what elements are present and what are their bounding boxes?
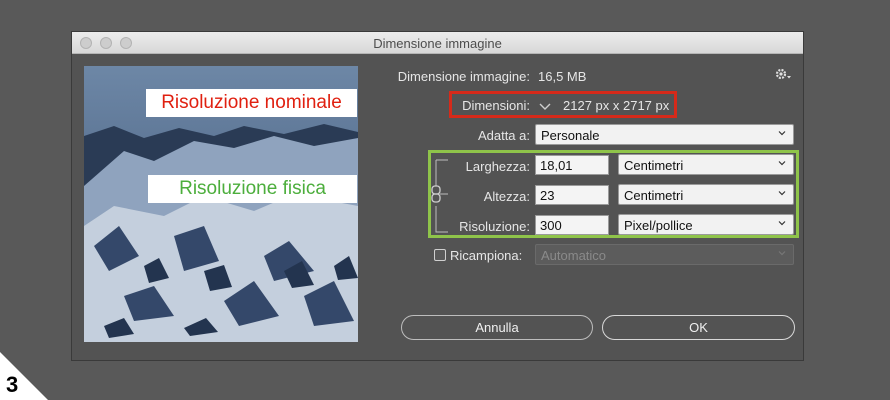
physical-resolution-annotation: Risoluzione fisica	[148, 175, 357, 203]
ok-button[interactable]: OK	[602, 315, 795, 340]
image-size-value: 16,5 MB	[538, 69, 587, 84]
window-title: Dimensione immagine	[373, 36, 502, 51]
resolution-input[interactable]: 300	[535, 215, 609, 235]
chevron-down-icon	[778, 221, 786, 226]
width-input[interactable]: 18,01	[535, 155, 609, 175]
resolution-unit-select[interactable]: Pixel/pollice	[618, 214, 794, 235]
fit-to-select[interactable]: Personale	[535, 124, 794, 145]
image-preview[interactable]: Risoluzione nominale Risoluzione fisica	[84, 66, 358, 342]
resolution-unit-value: Pixel/pollice	[624, 218, 693, 233]
dimensions-chevron-down-icon[interactable]	[539, 99, 551, 111]
chevron-down-icon	[778, 191, 786, 196]
fit-to-value: Personale	[541, 128, 600, 143]
dimensions-label: Dimensioni:	[462, 98, 530, 113]
height-input[interactable]: 23	[535, 185, 609, 205]
height-label: Altezza:	[483, 189, 530, 204]
cancel-button[interactable]: Annulla	[401, 315, 593, 340]
resolution-label: Risoluzione:	[459, 219, 530, 234]
image-size-dialog: Dimensione immagine Risoluzione nominale…	[71, 31, 804, 361]
chevron-down-icon	[778, 251, 786, 256]
chevron-down-icon	[778, 131, 786, 136]
resample-method-value: Automatico	[541, 248, 607, 263]
image-size-label: Dimensione immagine:	[397, 69, 530, 84]
fit-to-label: Adatta a:	[477, 128, 530, 143]
resample-method-select[interactable]: Automatico	[535, 244, 794, 265]
chevron-down-icon	[778, 161, 786, 166]
settings-gear-icon[interactable]	[775, 67, 793, 81]
resample-label: Ricampiona:	[450, 248, 523, 263]
dimensions-value: 2127 px x 2717 px	[563, 98, 670, 113]
height-unit-value: Centimetri	[624, 188, 684, 203]
title-bar: Dimensione immagine	[72, 32, 803, 54]
page-number: 3	[6, 372, 19, 397]
width-unit-value: Centimetri	[624, 158, 684, 173]
nominal-resolution-annotation: Risoluzione nominale	[146, 89, 357, 117]
width-label: Larghezza:	[465, 159, 530, 174]
height-unit-select[interactable]: Centimetri	[618, 184, 794, 205]
width-unit-select[interactable]: Centimetri	[618, 154, 794, 175]
resample-checkbox[interactable]	[434, 249, 446, 261]
